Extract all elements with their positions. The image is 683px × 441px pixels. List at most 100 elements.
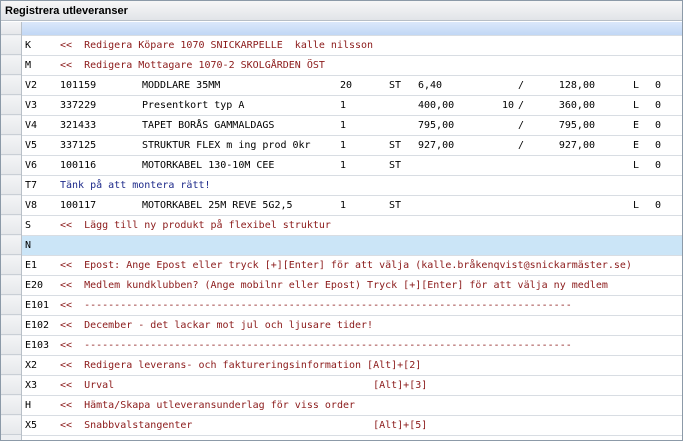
row-selector[interactable] <box>1 296 21 315</box>
table-row[interactable]: X3 << Urval [Alt]+[3] <box>1 376 682 396</box>
row-code: E102 <box>25 320 50 331</box>
row-cell: ST <box>389 160 402 171</box>
table-row[interactable]: V6 100116 MOTORKABEL 130-10M CEE 1 ST L 0 <box>1 156 682 176</box>
row-text: << Hämta/Skapa utleveransunderlag för vi… <box>60 400 356 411</box>
row-selector[interactable] <box>1 76 21 95</box>
row-text: << Medlem kundklubben? (Ange mobilnr ell… <box>60 280 608 291</box>
row-code: N <box>25 240 32 251</box>
row-text: << Redigera Köpare 1070 SNICKARPELLE kal… <box>60 40 374 51</box>
row-text: << -------------------------------------… <box>60 340 572 351</box>
row-code: E101 <box>25 300 50 311</box>
row-code: X5 <box>25 420 38 431</box>
row-selector[interactable] <box>1 136 21 155</box>
row-cell: L <box>633 100 640 111</box>
row-code: T7 <box>25 180 38 191</box>
table-row[interactable]: T7 Tänk på att montera rätt! <box>1 176 682 196</box>
row-text: << Snabbvalstangenter [Alt]+[5] <box>60 420 428 431</box>
row-selector[interactable] <box>1 196 21 215</box>
row-selector[interactable] <box>1 156 21 175</box>
row-cell: Presentkort typ A <box>142 100 245 111</box>
table-row[interactable]: E20 << Medlem kundklubben? (Ange mobilnr … <box>1 276 682 296</box>
row-cell: 1 <box>340 200 347 211</box>
row-selector[interactable] <box>1 36 21 55</box>
row-cell: MOTORKABEL 130-10M CEE <box>142 160 275 171</box>
row-selector[interactable] <box>1 396 21 415</box>
row-cell: L <box>633 160 640 171</box>
row-selector[interactable] <box>1 96 21 115</box>
row-cell: 10 <box>501 100 514 111</box>
row-selector[interactable] <box>1 256 21 275</box>
row-selector[interactable] <box>1 176 21 195</box>
row-code: E1 <box>25 260 38 271</box>
row-cell: 337125 <box>60 140 97 151</box>
row-code: M <box>25 60 32 71</box>
row-code: V5 <box>25 140 38 151</box>
table-row[interactable]: V2 101159 MODDLARE 35MM 20 ST 6,40 / 128,00 L 0 <box>1 76 682 96</box>
order-lines-grid[interactable]: K << Redigera Köpare 1070 SNICKARPELLE ka… <box>1 22 682 436</box>
table-row[interactable]: H << Hämta/Skapa utleveransunderlag för v… <box>1 396 682 416</box>
grid-header-bar <box>1 22 682 36</box>
row-cell: 1 <box>340 160 347 171</box>
row-selector[interactable] <box>1 276 21 295</box>
row-cell: 0 <box>655 120 662 131</box>
row-cell: TAPET BORÅS GAMMALDAGS <box>142 120 275 131</box>
row-cell: / <box>518 100 525 111</box>
row-code: X2 <box>25 360 38 371</box>
row-cell: 795,00 <box>418 120 455 131</box>
row-cell: 795,00 <box>558 120 595 131</box>
row-code: X3 <box>25 380 38 391</box>
row-cell: 128,00 <box>558 80 595 91</box>
row-text: << Urval [Alt]+[3] <box>60 380 428 391</box>
row-code: V2 <box>25 80 38 91</box>
table-row[interactable]: V5 337125 STRUKTUR FLEX m ing prod 0kr 1 ST 9… <box>1 136 682 156</box>
row-code: V3 <box>25 100 38 111</box>
table-row[interactable]: M << Redigera Mottagare 1070-2 SKOLGÅRDEN… <box>1 56 682 76</box>
row-cell: L <box>633 200 640 211</box>
row-cell: ST <box>389 80 402 91</box>
table-row[interactable]: V4 321433 TAPET BORÅS GAMMALDAGS 1 795,00 / 79… <box>1 116 682 136</box>
row-selector[interactable] <box>1 416 21 435</box>
row-selector[interactable] <box>1 356 21 375</box>
row-selector[interactable] <box>1 376 21 395</box>
row-cell: E <box>633 120 640 131</box>
row-selector[interactable] <box>1 22 21 35</box>
table-row[interactable]: V8 100117 MOTORKABEL 25M REVE 5G2,5 1 ST L 0 <box>1 196 682 216</box>
row-cell: 0 <box>655 80 662 91</box>
row-selector[interactable] <box>1 316 21 335</box>
row-cell: 337229 <box>60 100 97 111</box>
row-text: << Redigera Mottagare 1070-2 SKOLGÅRDEN … <box>60 60 325 71</box>
row-selector[interactable] <box>1 56 21 75</box>
row-selector[interactable] <box>1 216 21 235</box>
table-row[interactable]: E101 << ---------------------------------… <box>1 296 682 316</box>
table-row[interactable]: K << Redigera Köpare 1070 SNICKARPELLE ka… <box>1 36 682 56</box>
table-row[interactable]: N <box>1 236 682 256</box>
row-text: << Lägg till ny produkt på flexibel stru… <box>60 220 331 231</box>
row-cell: 6,40 <box>418 80 443 91</box>
table-row[interactable]: E102 << December - det lackar mot jul och… <box>1 316 682 336</box>
row-cell: 400,00 <box>418 100 455 111</box>
row-cell: MOTORKABEL 25M REVE 5G2,5 <box>142 200 293 211</box>
row-cell: MODDLARE 35MM <box>142 80 221 91</box>
row-cell: 1 <box>340 120 347 131</box>
row-text: << -------------------------------------… <box>60 300 572 311</box>
row-cell: 927,00 <box>558 140 595 151</box>
table-row[interactable]: X2 << Redigera leverans- och fakturerings… <box>1 356 682 376</box>
row-cell: E <box>633 140 640 151</box>
table-row[interactable]: X5 << Snabbvalstangenter [Alt]+[5] <box>1 416 682 436</box>
table-row[interactable]: E103 << ---------------------------------… <box>1 336 682 356</box>
row-code: V4 <box>25 120 38 131</box>
table-row[interactable]: V3 337229 Presentkort typ A 1 400,00 10 / 360,0… <box>1 96 682 116</box>
row-selector[interactable] <box>1 116 21 135</box>
table-row[interactable]: S << Lägg till ny produkt på flexibel str… <box>1 216 682 236</box>
row-cell: 360,00 <box>558 100 595 111</box>
row-cell: 0 <box>655 100 662 111</box>
table-row[interactable]: E1 << Epost: Ange Epost eller tryck [+][E… <box>1 256 682 276</box>
row-selector[interactable] <box>1 236 21 255</box>
row-code: H <box>25 400 32 411</box>
row-text: << Redigera leverans- och faktureringsin… <box>60 360 422 371</box>
row-code: K <box>25 40 32 51</box>
row-cell: 0 <box>655 160 662 171</box>
row-cell: L <box>633 80 640 91</box>
row-selector[interactable] <box>1 336 21 355</box>
row-code: E20 <box>25 280 44 291</box>
